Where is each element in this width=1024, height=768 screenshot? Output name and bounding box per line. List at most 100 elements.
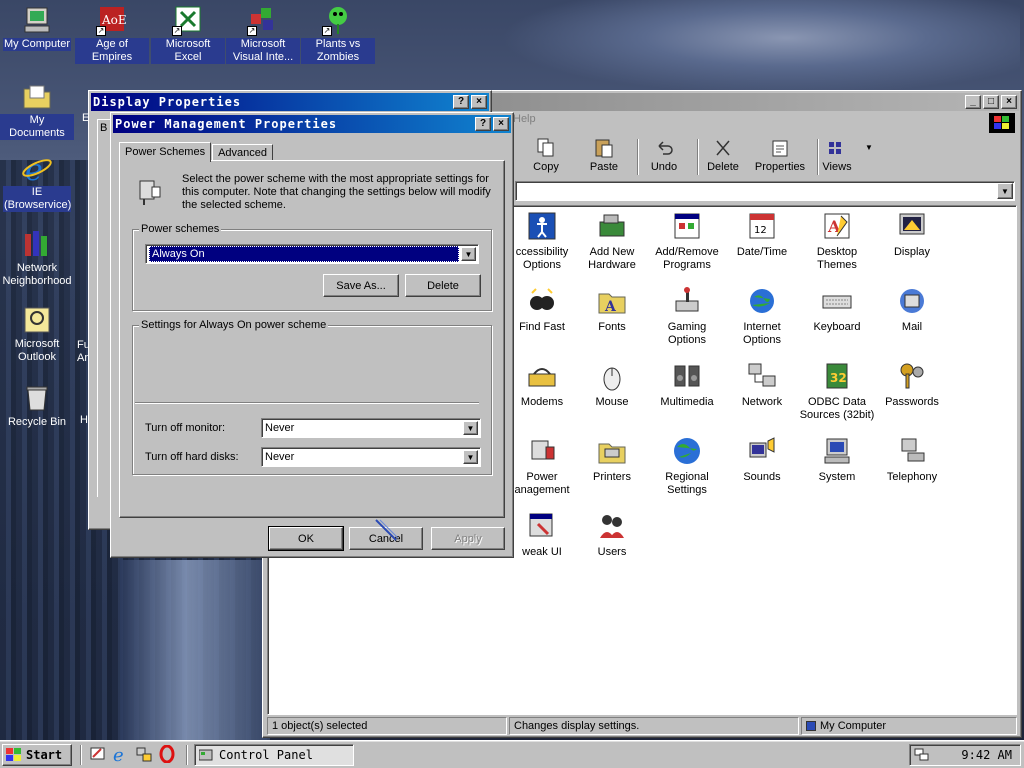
help-button[interactable]: ? xyxy=(475,117,491,131)
desktop-icon-age-of-empires[interactable]: AoE ↗ Age of Empires xyxy=(75,4,149,64)
quicklaunch-ie-icon[interactable]: e xyxy=(112,745,130,766)
cp-item-display[interactable]: Display xyxy=(874,210,950,259)
desktop-icon-my-documents[interactable]: My Documents xyxy=(0,80,74,140)
power-schemes-panel: Select the power scheme with the most ap… xyxy=(119,160,505,518)
cp-item-system[interactable]: System xyxy=(799,435,875,484)
cp-item-mouse[interactable]: Mouse xyxy=(574,360,650,409)
help-button[interactable]: ? xyxy=(453,95,469,109)
svg-text:32: 32 xyxy=(830,371,847,385)
power-scheme-description: Select the power scheme with the most ap… xyxy=(182,173,491,211)
desktop-icon-excel[interactable]: ↗ Microsoft Excel xyxy=(151,4,225,64)
cp-item-fonts[interactable]: A Fonts xyxy=(574,285,650,334)
ok-button[interactable]: OK xyxy=(268,526,344,551)
desktop-icon-network-neighborhood[interactable]: Network Neighborhood xyxy=(0,228,74,288)
toolbar-properties-button[interactable]: Properties xyxy=(749,135,811,173)
cp-item-passwords[interactable]: Passwords xyxy=(874,360,950,409)
quicklaunch-network-icon[interactable] xyxy=(136,746,152,762)
close-button[interactable]: × xyxy=(471,95,487,109)
wallpaper-sky xyxy=(500,0,1020,95)
sounds-icon xyxy=(746,435,778,467)
cp-item-power-management[interactable]: Power anagement xyxy=(504,435,580,497)
taskbar: Start e Control Panel 9:42 AM xyxy=(0,740,1024,768)
svg-text:AoE: AoE xyxy=(101,13,127,27)
cp-item-add-new-hardware[interactable]: Add New Hardware xyxy=(574,210,650,272)
taskbar-separator xyxy=(186,745,188,765)
desktop-themes-icon: A xyxy=(821,210,853,242)
maximize-button[interactable]: □ xyxy=(983,95,999,109)
cp-item-odbc-data-sources[interactable]: 32 ODBC Data Sources (32bit) xyxy=(799,360,875,422)
cp-item-internet-options[interactable]: Internet Options xyxy=(724,285,800,347)
close-button[interactable]: × xyxy=(493,117,509,131)
windows-logo-icon xyxy=(989,113,1015,133)
cp-item-tweak-ui[interactable]: weak UI xyxy=(504,510,580,559)
power-management-dialog: Power Management Properties ? × Power Sc… xyxy=(110,112,514,558)
chevron-down-icon[interactable]: ▼ xyxy=(463,450,478,464)
taskbar-button-control-panel[interactable]: Control Panel xyxy=(194,744,354,766)
keyboard-icon xyxy=(821,285,853,317)
cp-item-desktop-themes[interactable]: A Desktop Themes xyxy=(799,210,875,272)
apply-button[interactable]: Apply xyxy=(431,527,505,550)
desktop-icon-my-computer[interactable]: My Computer xyxy=(0,4,74,51)
desktop-icon-microsoft-outlook[interactable]: Microsoft Outlook xyxy=(0,304,74,364)
toolbar-undo-button[interactable]: Undo xyxy=(635,135,693,173)
start-button[interactable]: Start xyxy=(2,744,72,766)
divider xyxy=(135,402,479,404)
menu-help[interactable]: Help xyxy=(513,113,536,125)
scheme-settings-group: Settings for Always On power scheme Turn… xyxy=(132,319,492,475)
undo-icon xyxy=(653,137,675,159)
hard-disks-timeout-select[interactable]: Never ▼ xyxy=(261,447,481,467)
visual-interdev-icon: ↗ xyxy=(247,4,279,36)
cp-item-gaming-options[interactable]: Gaming Options xyxy=(649,285,725,347)
cp-item-modems[interactable]: Modems xyxy=(504,360,580,409)
cp-item-multimedia[interactable]: Multimedia xyxy=(649,360,725,409)
close-button[interactable]: × xyxy=(1001,95,1017,109)
internet-explorer-icon: e xyxy=(21,152,53,188)
cp-item-add-remove-programs[interactable]: Add/Remove Programs xyxy=(649,210,725,272)
desktop-icon-visual-interdev[interactable]: ↗ Microsoft Visual Inte... xyxy=(226,4,300,64)
find-fast-icon xyxy=(526,285,558,317)
menu-bar: Help xyxy=(513,113,536,133)
status-description: Changes display settings. xyxy=(509,717,799,735)
delete-button[interactable]: Delete xyxy=(405,274,481,297)
toolbar-views-button[interactable]: Views xyxy=(815,135,859,173)
cp-item-printers[interactable]: Printers xyxy=(574,435,650,484)
cp-item-keyboard[interactable]: Keyboard xyxy=(799,285,875,334)
cp-item-mail[interactable]: Mail xyxy=(874,285,950,334)
monitor-timeout-select[interactable]: Never ▼ xyxy=(261,418,481,438)
desktop-icon-recycle-bin[interactable]: Recycle Bin xyxy=(0,382,74,429)
chevron-down-icon[interactable]: ▼ xyxy=(461,247,476,261)
mail-icon xyxy=(896,285,928,317)
recycle-bin-icon xyxy=(21,382,53,414)
display-properties-titlebar: Display Properties ? × xyxy=(91,93,489,111)
save-as-button[interactable]: Save As... xyxy=(323,274,399,297)
address-dropdown-arrow-icon[interactable]: ▼ xyxy=(997,183,1013,199)
users-icon xyxy=(596,510,628,542)
properties-icon xyxy=(769,137,791,159)
cp-item-network[interactable]: Network xyxy=(724,360,800,409)
cp-item-find-fast[interactable]: Find Fast xyxy=(504,285,580,334)
cp-item-accessibility-options[interactable]: ccessibility Options xyxy=(504,210,580,272)
quicklaunch-desktop-icon[interactable] xyxy=(90,746,106,762)
cp-item-users[interactable]: Users xyxy=(574,510,650,559)
views-dropdown-arrow-icon[interactable]: ▼ xyxy=(865,143,873,152)
cp-item-regional-settings[interactable]: Regional Settings xyxy=(649,435,725,497)
quicklaunch-opera-icon[interactable] xyxy=(158,744,176,764)
toolbar-delete-button[interactable]: Delete xyxy=(694,135,752,173)
clock[interactable]: 9:42 AM xyxy=(961,748,1012,762)
chevron-down-icon[interactable]: ▼ xyxy=(463,421,478,435)
power-scheme-select[interactable]: Always On ▼ xyxy=(145,244,479,264)
desktop-icon-ie-browservice[interactable]: e IE (Browservice) xyxy=(0,152,74,212)
cp-item-sounds[interactable]: Sounds xyxy=(724,435,800,484)
minimize-button[interactable]: _ xyxy=(965,95,981,109)
desktop-icon-plants-vs-zombies[interactable]: ↗ Plants vs Zombies xyxy=(301,4,375,64)
address-bar[interactable]: ▼ xyxy=(515,181,1015,201)
cp-item-telephony[interactable]: Telephony xyxy=(874,435,950,484)
mouse-cursor-icon xyxy=(374,518,399,542)
toolbar-paste-button[interactable]: Paste xyxy=(575,135,633,173)
toolbar-copy-button[interactable]: Copy xyxy=(517,135,575,173)
svg-text:12: 12 xyxy=(754,225,767,236)
tab-power-schemes[interactable]: Power Schemes xyxy=(119,142,212,162)
tray-network-icon[interactable] xyxy=(914,748,930,762)
cp-item-date-time[interactable]: 12 Date/Time xyxy=(724,210,800,259)
tab-advanced[interactable]: Advanced xyxy=(212,144,274,161)
